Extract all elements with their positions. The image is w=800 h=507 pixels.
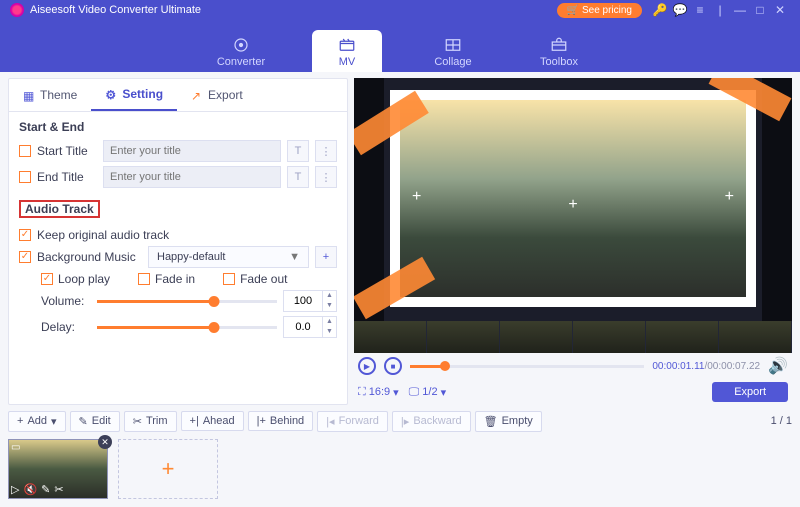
start-title-text-button[interactable]: T [287, 140, 309, 162]
end-title-style-button[interactable]: ⋮ [315, 166, 337, 188]
stop-button[interactable]: ■ [384, 357, 402, 375]
export-button[interactable]: Export [712, 382, 788, 402]
loop-play-checkbox[interactable] [41, 273, 53, 285]
preview-panel: + + + ▶ ■ 00:00:01.11/00:00:07.22 🔊 ⛶16:… [354, 78, 792, 405]
clip-toolbar: +Add▾ ✎Edit ✂Trim +|Ahead |+Behind |◂For… [8, 409, 792, 433]
add-music-button[interactable]: + [315, 246, 337, 268]
settings-tabs: ▦Theme ⚙Setting ↗Export [9, 79, 347, 112]
nav-mv[interactable]: MV [312, 30, 382, 72]
clip-play-icon[interactable]: ▷ [11, 483, 19, 496]
mv-icon [336, 36, 358, 54]
main-nav: Converter MV Collage Toolbox [0, 20, 800, 72]
close-button[interactable]: ✕ [770, 3, 790, 17]
start-title-label: Start Title [37, 144, 97, 158]
remove-clip-button[interactable]: ✕ [98, 435, 112, 449]
plus-icon: + [17, 415, 23, 427]
volume-label: Volume: [41, 294, 91, 308]
tab-setting[interactable]: ⚙Setting [91, 79, 177, 111]
aspect-icon: ⛶ [358, 386, 366, 399]
seek-slider[interactable] [410, 365, 644, 368]
volume-icon[interactable]: 🔊 [768, 356, 788, 376]
fade-out-checkbox[interactable] [223, 273, 235, 285]
maximize-button[interactable]: □ [750, 3, 770, 17]
clip-edit-icon[interactable]: ✎ [41, 483, 50, 496]
theme-icon: ▦ [23, 89, 35, 101]
nav-converter[interactable]: Converter [206, 36, 276, 72]
keep-original-audio-label: Keep original audio track [37, 228, 169, 242]
volume-slider[interactable] [97, 300, 277, 303]
minimize-button[interactable]: — [730, 3, 750, 17]
display-icon: 🖵 [409, 386, 420, 399]
tab-export[interactable]: ↗Export [177, 79, 257, 111]
wand-icon: ✎ [79, 415, 88, 428]
see-pricing-button[interactable]: 🛒See pricing [557, 3, 642, 18]
timeline-strip[interactable] [354, 321, 792, 353]
end-title-input[interactable] [103, 166, 281, 188]
empty-button[interactable]: 🗑Empty [475, 411, 542, 432]
clip-trim-icon[interactable]: ✂ [54, 483, 63, 496]
keep-original-audio-checkbox[interactable] [19, 229, 31, 241]
delay-slider[interactable] [97, 326, 277, 329]
app-logo [10, 3, 24, 17]
end-title-checkbox[interactable] [19, 171, 31, 183]
section-start-end: Start & End [19, 120, 337, 134]
toolbox-icon [548, 36, 570, 54]
feedback-icon[interactable]: 💬 [670, 3, 690, 17]
forward-button[interactable]: |◂Forward [317, 411, 388, 432]
timecode: 00:00:01.11/00:00:07.22 [652, 361, 760, 372]
crop-handle[interactable]: + [725, 188, 734, 206]
crop-handle[interactable]: + [568, 196, 577, 214]
settings-panel: ▦Theme ⚙Setting ↗Export Start & End Star… [8, 78, 348, 405]
delay-label: Delay: [41, 320, 91, 334]
theme-badge-icon: ▭ [11, 442, 20, 453]
titlebar: Aiseesoft Video Converter Ultimate 🛒See … [0, 0, 800, 20]
backward-button[interactable]: |▸Backward [392, 411, 471, 432]
end-title-label: End Title [37, 170, 97, 184]
ahead-button[interactable]: +|Ahead [181, 411, 244, 431]
volume-stepper[interactable]: ▲▼ [283, 290, 337, 312]
fade-in-checkbox[interactable] [138, 273, 150, 285]
crop-handle[interactable]: + [412, 188, 421, 206]
collage-icon [442, 36, 464, 54]
background-music-dropdown[interactable]: Happy-default▼ [148, 246, 309, 268]
start-title-input[interactable] [103, 140, 281, 162]
add-clip-button[interactable]: + [118, 439, 218, 499]
start-title-checkbox[interactable] [19, 145, 31, 157]
background-music-label: Background Music [37, 250, 142, 264]
key-icon[interactable]: 🔑 [650, 3, 670, 17]
nav-toolbox[interactable]: Toolbox [524, 36, 594, 72]
display-page-dropdown[interactable]: 🖵1/2▾ [409, 386, 446, 399]
clip-mute-icon[interactable]: 🔇 [23, 483, 37, 496]
pager: 1 / 1 [771, 415, 792, 427]
background-music-checkbox[interactable] [19, 251, 31, 263]
trim-button[interactable]: ✂Trim [124, 411, 177, 432]
converter-icon [230, 36, 252, 54]
menu-icon[interactable]: ≡ [690, 3, 710, 17]
add-button[interactable]: +Add▾ [8, 411, 66, 432]
gear-icon: ⚙ [105, 88, 117, 100]
behind-button[interactable]: |+Behind [248, 411, 314, 431]
aspect-ratio-dropdown[interactable]: ⛶16:9▾ [358, 386, 399, 399]
export-icon: ↗ [191, 89, 203, 101]
clip-area: +Add▾ ✎Edit ✂Trim +|Ahead |+Behind |◂For… [8, 409, 792, 499]
video-preview[interactable]: + + + [354, 78, 792, 353]
start-title-style-button[interactable]: ⋮ [315, 140, 337, 162]
divider-icon: | [710, 3, 730, 17]
delay-stepper[interactable]: ▲▼ [283, 316, 337, 338]
trash-icon: 🗑 [484, 415, 498, 428]
end-title-text-button[interactable]: T [287, 166, 309, 188]
clip-thumbnail[interactable]: ▭ ✕ ▷ 🔇 ✎ ✂ [8, 439, 108, 499]
chevron-down-icon: ▼ [289, 251, 300, 263]
tab-theme[interactable]: ▦Theme [9, 79, 91, 111]
scissors-icon: ✂ [133, 415, 142, 428]
nav-collage[interactable]: Collage [418, 36, 488, 72]
play-button[interactable]: ▶ [358, 357, 376, 375]
section-audio-track: Audio Track [19, 200, 100, 218]
edit-button[interactable]: ✎Edit [70, 411, 120, 432]
app-title: Aiseesoft Video Converter Ultimate [30, 4, 557, 16]
